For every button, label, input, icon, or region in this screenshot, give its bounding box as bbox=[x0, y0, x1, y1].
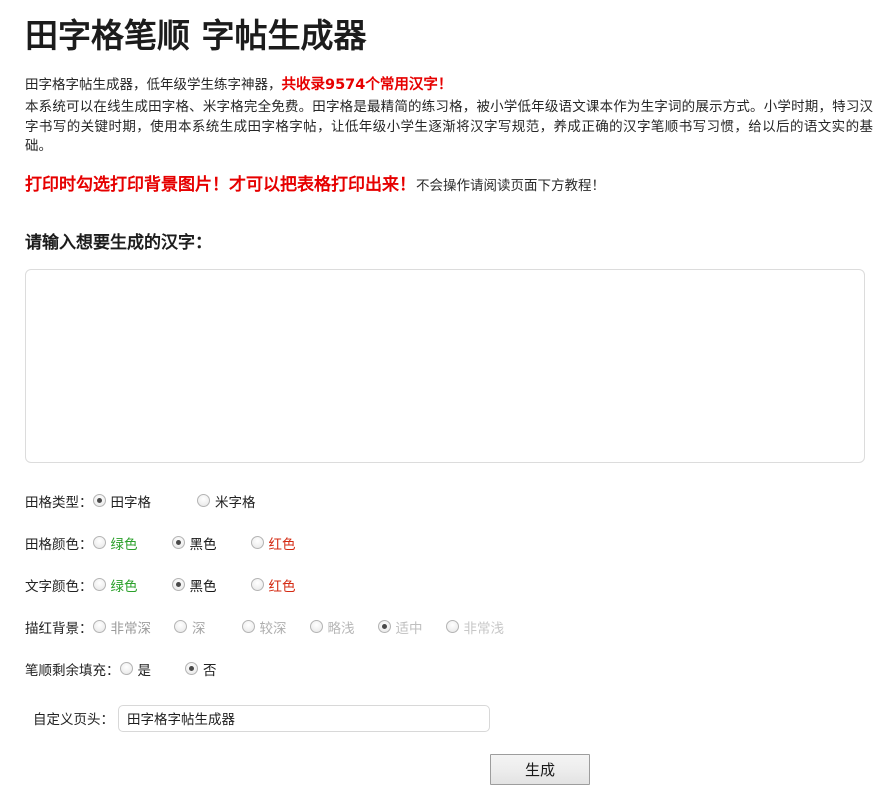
radio-choice[interactable]: 绿色 bbox=[92, 533, 138, 553]
radio-button[interactable] bbox=[377, 620, 391, 633]
radio-label: 黑色 bbox=[189, 536, 217, 553]
radio-label: 米字格 bbox=[215, 494, 256, 511]
print-warning: 打印时勾选打印背景图片！才可以把表格打印出来！不会操作请阅读页面下方教程！ bbox=[25, 174, 848, 198]
radio-label: 非常深 bbox=[110, 620, 152, 637]
intro-line-1-black: 田字格字帖生成器，低年级学生练字神器， bbox=[25, 77, 282, 93]
radio-button[interactable] bbox=[309, 620, 323, 633]
radio-button[interactable] bbox=[92, 578, 106, 591]
radio-button[interactable] bbox=[174, 620, 187, 633]
radio-button[interactable] bbox=[185, 662, 198, 675]
radio-label: 黑色 bbox=[189, 578, 217, 595]
radio-choice[interactable]: 红色 bbox=[250, 533, 296, 553]
intro-hanzi-count: 共收录9574个常用汉字！ bbox=[281, 77, 453, 93]
radio-button[interactable] bbox=[171, 536, 185, 549]
submit-row: 生成 bbox=[25, 753, 848, 785]
option-row: 田格类型： 田字格 米字格 bbox=[25, 487, 848, 515]
radio-choice[interactable]: 适中 bbox=[377, 617, 423, 637]
intro-line-1: 田字格字帖生成器，低年级学生练字神器，共收录9574个常用汉字！ bbox=[25, 76, 848, 95]
option-row-label: 田格类型： bbox=[25, 494, 93, 511]
radio-label: 是 bbox=[137, 662, 152, 679]
radio-choice[interactable]: 非常深 bbox=[92, 617, 152, 637]
radio-choice[interactable]: 较深 bbox=[241, 617, 287, 637]
radio-button[interactable] bbox=[250, 536, 264, 549]
radio-label: 红色 bbox=[268, 536, 296, 553]
print-warning-black: 不会操作请阅读页面下方教程！ bbox=[416, 177, 605, 194]
radio-label: 较深 bbox=[259, 620, 287, 637]
intro-section: 田字格字帖生成器，低年级学生练字神器，共收录9574个常用汉字！ 本系统可以在线… bbox=[25, 76, 873, 198]
radio-choice[interactable]: 米字格 bbox=[197, 491, 256, 511]
option-row-label: 文字颜色： bbox=[25, 578, 93, 595]
radio-label: 深 bbox=[192, 620, 206, 637]
radio-choice[interactable]: 深 bbox=[174, 617, 206, 637]
radio-choice[interactable]: 略浅 bbox=[309, 617, 355, 637]
radio-label: 非常浅 bbox=[463, 620, 505, 637]
radio-button[interactable] bbox=[241, 620, 255, 633]
option-row-label: 描红背景： bbox=[25, 620, 93, 637]
radio-button[interactable] bbox=[171, 578, 185, 591]
radio-choice[interactable]: 是 bbox=[119, 659, 152, 679]
radio-choice[interactable]: 黑色 bbox=[171, 533, 217, 553]
radio-button[interactable] bbox=[250, 578, 264, 591]
page-title: 田字格笔顺 字帖生成器 bbox=[25, 16, 367, 55]
radio-button[interactable] bbox=[92, 620, 106, 633]
options-section: 田格类型： 田字格 米字格 田格颜色： 绿色 黑色 红色 文字颜色： 绿色 黑色 红色 描红背景： 非常… bbox=[25, 487, 848, 683]
radio-button[interactable] bbox=[92, 536, 106, 549]
radio-label: 田字格 bbox=[110, 494, 152, 511]
option-row: 文字颜色： 绿色 黑色 红色 bbox=[25, 571, 848, 599]
radio-choice[interactable]: 绿色 bbox=[92, 575, 138, 595]
custom-header-label: 自定义页头： bbox=[33, 712, 114, 728]
hanzi-textarea[interactable] bbox=[25, 268, 865, 463]
radio-button[interactable] bbox=[197, 494, 210, 507]
radio-label: 绿色 bbox=[110, 536, 138, 553]
generate-button[interactable]: 生成 bbox=[490, 753, 590, 785]
radio-choice[interactable]: 红色 bbox=[250, 575, 296, 595]
radio-label: 红色 bbox=[268, 578, 296, 595]
radio-label: 否 bbox=[203, 662, 217, 679]
option-row: 田格颜色： 绿色 黑色 红色 bbox=[25, 529, 848, 557]
radio-label: 略浅 bbox=[327, 620, 355, 637]
radio-label: 适中 bbox=[395, 620, 423, 637]
radio-choice[interactable]: 黑色 bbox=[171, 575, 217, 595]
radio-choice[interactable]: 田字格 bbox=[92, 491, 152, 511]
intro-body: 本系统可以在线生成田字格、米字格完全免费。田字格是最精简的练习格，被小学低年级语… bbox=[25, 99, 873, 154]
radio-button[interactable] bbox=[92, 494, 106, 507]
option-row: 笔顺剩余填充： 是 否 bbox=[25, 655, 848, 683]
print-warning-red: 打印时勾选打印背景图片！才可以把表格打印出来！ bbox=[25, 174, 416, 195]
input-prompt: 请输入想要生成的汉字： bbox=[25, 232, 212, 253]
radio-button[interactable] bbox=[119, 662, 133, 675]
radio-choice[interactable]: 非常浅 bbox=[445, 617, 505, 637]
option-row-label: 笔顺剩余填充： bbox=[25, 662, 120, 679]
custom-header-row: 自定义页头： bbox=[33, 704, 848, 732]
option-row-label: 田格颜色： bbox=[25, 536, 93, 553]
custom-header-input[interactable] bbox=[118, 704, 490, 732]
radio-choice[interactable]: 否 bbox=[185, 659, 217, 679]
page-container: 田字格笔顺 字帖生成器 田字格字帖生成器，低年级学生练字神器，共收录9574个常… bbox=[0, 14, 873, 785]
radio-label: 绿色 bbox=[110, 578, 138, 595]
radio-button[interactable] bbox=[445, 620, 459, 633]
option-row: 描红背景： 非常深 深 较深 略浅 适中 非常浅 bbox=[25, 613, 848, 641]
